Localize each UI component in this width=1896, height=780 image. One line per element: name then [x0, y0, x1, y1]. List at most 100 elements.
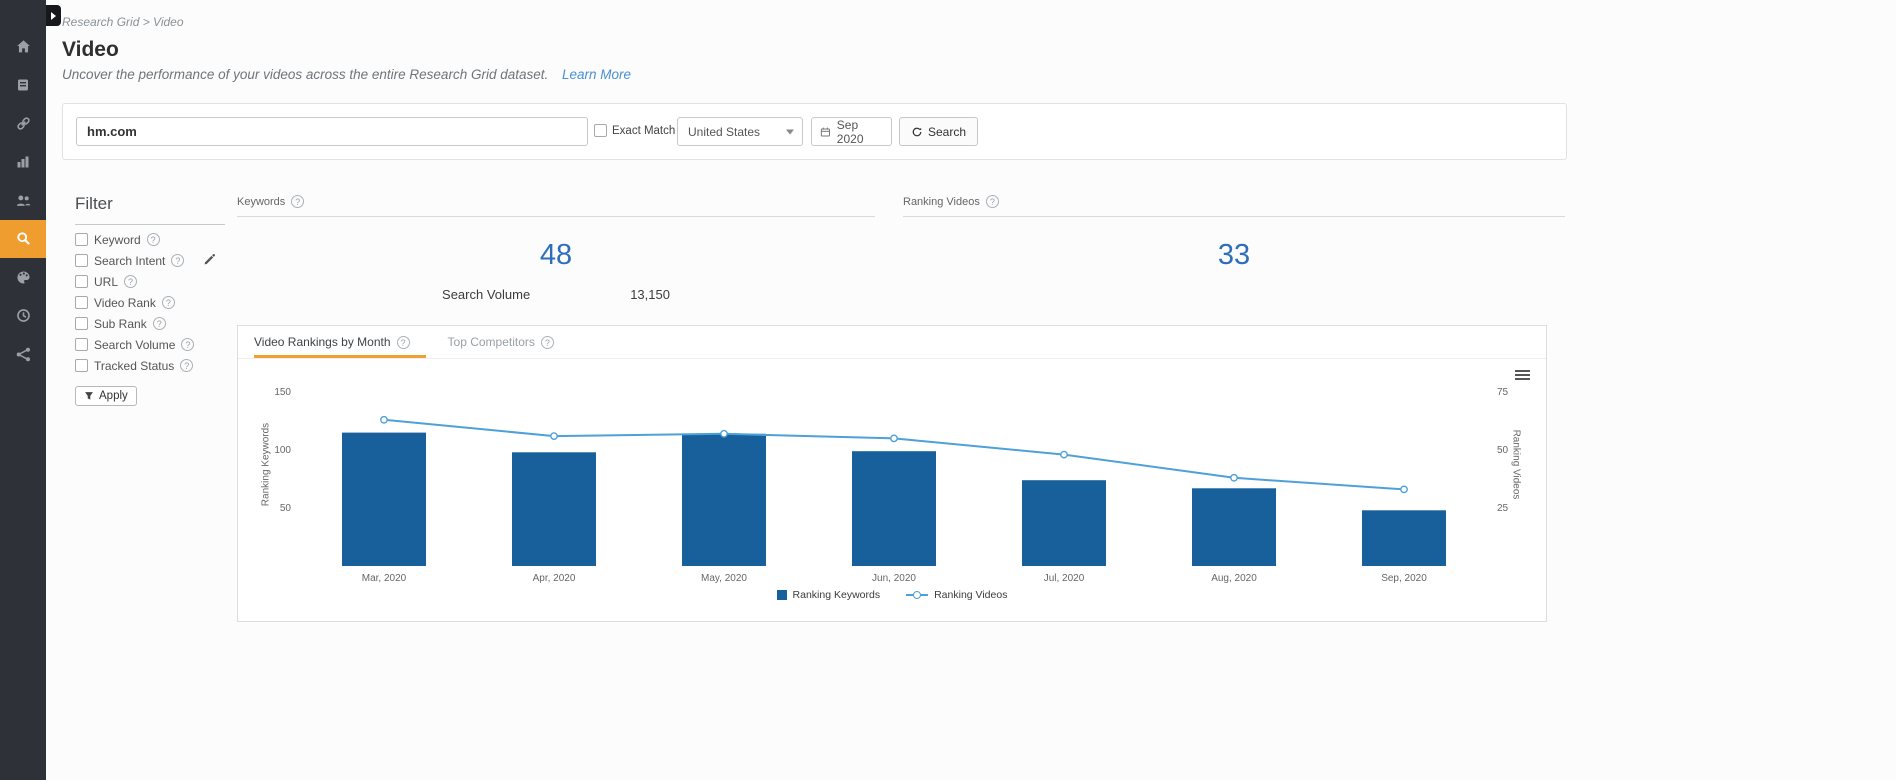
- help-icon[interactable]: [291, 195, 305, 208]
- tab-top-competitors[interactable]: Top Competitors: [448, 326, 570, 358]
- help-icon[interactable]: [396, 335, 410, 349]
- bar[interactable]: [512, 452, 596, 566]
- sidebar-item-brand[interactable]: [0, 258, 46, 297]
- sidebar-item-search[interactable]: [0, 219, 46, 258]
- line-marker[interactable]: [890, 434, 898, 443]
- keywords-header: Keywords: [237, 195, 875, 217]
- search-volume-row: Search Volume 13,150: [237, 287, 875, 302]
- x-axis-label: Jun, 2020: [872, 573, 916, 584]
- edit-search-intent-button[interactable]: [203, 253, 216, 269]
- help-icon[interactable]: [146, 233, 160, 246]
- bar[interactable]: [342, 432, 426, 566]
- ranking-videos-panel: Ranking Videos 33: [903, 195, 1565, 272]
- x-axis-label: Aug, 2020: [1211, 573, 1257, 584]
- keywords-count[interactable]: 48: [237, 239, 875, 272]
- hamburger-icon: [1515, 370, 1530, 372]
- help-icon[interactable]: [124, 275, 138, 288]
- chart-menu-button[interactable]: [1515, 370, 1530, 380]
- help-icon[interactable]: [180, 359, 194, 372]
- domain-search-input[interactable]: [76, 117, 588, 146]
- keywords-panel: Keywords 48 Search Volume 13,150: [237, 195, 875, 302]
- filter-panel: Filter Keyword Search Intent URL Video R…: [75, 194, 225, 406]
- page-title: Video: [62, 38, 119, 61]
- filter-row-url: URL: [75, 275, 225, 289]
- help-icon[interactable]: [985, 195, 999, 208]
- bar[interactable]: [1362, 510, 1446, 566]
- month-picker[interactable]: Sep 2020: [811, 117, 892, 146]
- search-button[interactable]: Search: [899, 117, 979, 146]
- search-volume-label: Search Volume: [442, 287, 531, 302]
- help-icon[interactable]: [161, 296, 175, 309]
- filter-keyword-checkbox[interactable]: [75, 233, 88, 246]
- bar[interactable]: [1022, 480, 1106, 566]
- ranking-videos-count[interactable]: 33: [903, 239, 1565, 272]
- sidebar-item-network[interactable]: [0, 335, 46, 374]
- keywords-header-label: Keywords: [237, 195, 286, 208]
- filter-row-search-volume: Search Volume: [75, 338, 225, 352]
- right-axis-tick: 75: [1497, 387, 1509, 398]
- funnel-icon: [85, 392, 93, 400]
- x-axis-label: May, 2020: [701, 573, 747, 584]
- left-axis-tick: 150: [274, 387, 291, 398]
- sidebar-item-reports[interactable]: [0, 66, 46, 105]
- filter-search-volume-checkbox[interactable]: [75, 338, 88, 351]
- page-subtitle-text: Uncover the performance of your videos a…: [62, 67, 549, 82]
- left-axis-tick: 100: [274, 445, 291, 456]
- links-icon: [16, 117, 30, 130]
- search-button-label: Search: [928, 124, 967, 139]
- search-icon: [16, 232, 30, 246]
- sidebar-item-links[interactable]: [0, 104, 46, 143]
- line-marker[interactable]: [1060, 450, 1068, 459]
- line-marker[interactable]: [1400, 485, 1408, 494]
- sidebar-item-audience[interactable]: [0, 181, 46, 220]
- exact-match-option: Exact Match: [594, 124, 675, 137]
- learn-more-link[interactable]: Learn More: [562, 67, 631, 82]
- chart-card: Video Rankings by Month Top Competitors …: [237, 325, 1547, 622]
- legend-item-ranking-videos[interactable]: Ranking Videos: [906, 589, 1007, 601]
- bar[interactable]: [852, 451, 936, 566]
- bar[interactable]: [1192, 488, 1276, 566]
- filter-sub-rank-checkbox[interactable]: [75, 317, 88, 330]
- calendar-icon: [820, 127, 830, 137]
- filter-search-intent-checkbox[interactable]: [75, 254, 88, 267]
- audience-icon: [16, 195, 30, 206]
- sidebar-item-home[interactable]: [0, 27, 46, 66]
- filter-keyword-label: Keyword: [94, 232, 141, 247]
- line-marker[interactable]: [720, 429, 728, 438]
- line-marker[interactable]: [380, 415, 388, 424]
- apply-filters-button[interactable]: Apply: [75, 386, 137, 406]
- sidebar-item-history[interactable]: [0, 297, 46, 336]
- bar[interactable]: [682, 433, 766, 566]
- filter-url-checkbox[interactable]: [75, 275, 88, 288]
- line-marker[interactable]: [550, 432, 558, 440]
- tab-video-rankings-by-month[interactable]: Video Rankings by Month: [254, 326, 426, 358]
- brand-icon: [16, 271, 30, 284]
- exact-match-checkbox[interactable]: [594, 124, 607, 137]
- analytics-icon: [17, 156, 29, 168]
- home-icon: [16, 40, 30, 53]
- tab-top-competitors-label: Top Competitors: [447, 335, 535, 349]
- filter-tracked-status-checkbox[interactable]: [75, 359, 88, 372]
- filter-video-rank-checkbox[interactable]: [75, 296, 88, 309]
- filter-row-keyword: Keyword: [75, 232, 225, 247]
- country-select-value: United States: [688, 124, 761, 139]
- sidebar-item-analytics[interactable]: [0, 143, 46, 182]
- apply-filters-label: Apply: [99, 390, 128, 402]
- right-axis-tick: 25: [1497, 503, 1509, 514]
- help-icon[interactable]: [540, 335, 554, 349]
- filter-row-search-intent: Search Intent: [75, 253, 225, 269]
- filter-sub-rank-label: Sub Rank: [94, 316, 147, 331]
- help-icon[interactable]: [171, 254, 185, 267]
- ranking-videos-header: Ranking Videos: [903, 195, 1565, 217]
- help-icon[interactable]: [181, 338, 195, 351]
- filter-row-video-rank: Video Rank: [75, 296, 225, 310]
- help-icon[interactable]: [152, 317, 166, 330]
- breadcrumb[interactable]: Research Grid > Video: [62, 15, 184, 29]
- legend-ranking-videos-label: Ranking Videos: [934, 589, 1008, 601]
- legend-item-ranking-keywords[interactable]: Ranking Keywords: [776, 589, 880, 601]
- search-volume-value: 13,150: [630, 287, 670, 302]
- sidebar-collapse-toggle[interactable]: [46, 5, 61, 26]
- country-select[interactable]: United States: [677, 117, 803, 146]
- line-marker[interactable]: [1230, 473, 1238, 482]
- ranking-videos-header-label: Ranking Videos: [903, 195, 980, 208]
